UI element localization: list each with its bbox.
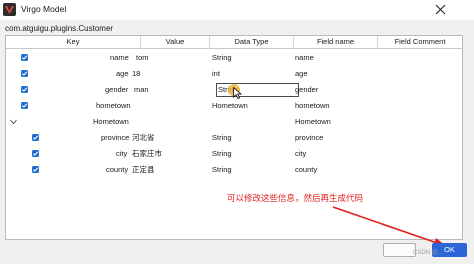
table-row[interactable]: county 正定县 String county xyxy=(6,162,462,178)
row-checkbox[interactable] xyxy=(21,86,28,93)
field-name-cell[interactable]: age xyxy=(295,66,308,82)
table-header: Key Value Data Type Field name Field Com… xyxy=(6,36,462,49)
key-cell: Hometown xyxy=(93,117,129,126)
table-row[interactable]: hometown Hometown hometown xyxy=(6,98,462,114)
row-checkbox[interactable] xyxy=(32,134,39,141)
key-cell: name xyxy=(110,53,129,62)
row-checkbox[interactable] xyxy=(32,150,39,157)
value-cell[interactable]: 正定县 xyxy=(132,162,155,178)
data-type-cell[interactable]: String xyxy=(212,130,232,146)
window-title: Virgo Model xyxy=(21,4,67,14)
value-cell[interactable]: man xyxy=(134,82,149,98)
row-checkbox[interactable] xyxy=(21,102,28,109)
title-bar: Virgo Model xyxy=(0,0,474,20)
value-cell[interactable]: tom xyxy=(136,50,149,66)
column-header-value[interactable]: Value xyxy=(141,36,210,48)
value-cell[interactable]: 河北省 xyxy=(132,130,155,146)
table-row[interactable]: province 河北省 String province xyxy=(6,130,462,146)
key-cell: county xyxy=(106,165,129,174)
key-cell: province xyxy=(101,133,130,142)
field-name-cell[interactable]: Hometown xyxy=(295,114,331,130)
field-name-cell[interactable]: county xyxy=(295,162,317,178)
close-icon[interactable] xyxy=(435,4,446,15)
data-type-cell[interactable]: Hometown xyxy=(212,98,248,114)
data-type-cell[interactable]: String xyxy=(212,162,232,178)
key-cell: age xyxy=(116,69,129,78)
cancel-button[interactable] xyxy=(383,243,416,257)
class-path-label: com.atguigu.plugins.Customer xyxy=(5,24,114,33)
annotation-note: 可以修改这些信息，然后再生成代码 xyxy=(227,193,364,203)
data-type-cell[interactable]: String xyxy=(212,146,232,162)
watermark: CSDN @... xyxy=(413,250,443,256)
table-group-row[interactable]: Hometown Hometown xyxy=(6,114,462,130)
field-name-cell[interactable]: gender xyxy=(295,82,318,98)
row-checkbox[interactable] xyxy=(21,54,28,61)
value-cell[interactable]: 18 xyxy=(132,66,140,82)
column-header-key[interactable]: Key xyxy=(6,36,141,48)
table-row[interactable]: age 18 int age xyxy=(6,66,462,82)
column-header-field-name[interactable]: Field name xyxy=(294,36,378,48)
field-name-cell[interactable]: name xyxy=(295,50,314,66)
table-row[interactable]: city 石家庄市 String city xyxy=(6,146,462,162)
table-row[interactable]: gender man String gender xyxy=(6,82,462,99)
value-cell[interactable]: 石家庄市 xyxy=(132,146,162,162)
key-cell: hometown xyxy=(96,101,131,110)
field-name-cell[interactable]: hometown xyxy=(295,98,330,114)
column-header-data-type[interactable]: Data Type xyxy=(210,36,294,48)
key-cell: city xyxy=(116,149,128,158)
field-name-cell[interactable]: city xyxy=(295,146,306,162)
row-checkbox[interactable] xyxy=(21,70,28,77)
column-header-field-comment[interactable]: Field Comment xyxy=(378,36,462,48)
data-type-cell[interactable]: int xyxy=(212,66,220,82)
properties-table: Key Value Data Type Field name Field Com… xyxy=(5,35,463,240)
key-cell: gender xyxy=(105,85,129,94)
row-checkbox[interactable] xyxy=(32,166,39,173)
table-row[interactable]: name tom String name xyxy=(6,50,462,66)
data-type-cell[interactable]: String xyxy=(212,50,232,66)
chevron-down-icon[interactable] xyxy=(10,119,17,125)
field-name-cell[interactable]: province xyxy=(295,130,323,146)
virgo-logo-icon xyxy=(3,3,16,16)
